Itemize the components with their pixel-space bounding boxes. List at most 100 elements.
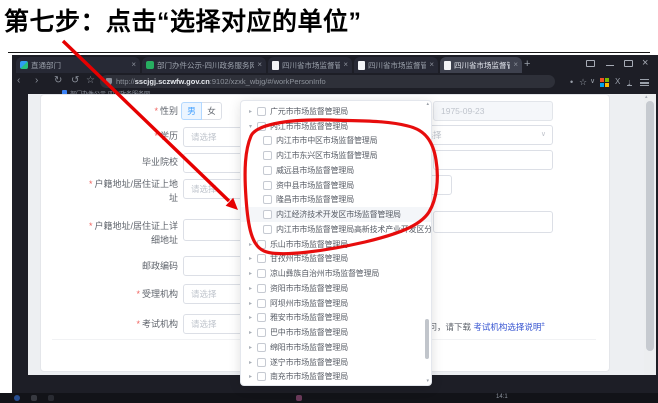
snapshot-tool-icon[interactable]: X bbox=[615, 76, 620, 88]
extension-icon[interactable]: • bbox=[570, 76, 573, 88]
school-label: 毕业院校 bbox=[58, 156, 178, 168]
scrollbar-up-icon: ▴ bbox=[645, 94, 648, 100]
checkbox[interactable] bbox=[257, 299, 266, 308]
dropdown-option[interactable]: 内江市市中区市场监督管理局 bbox=[241, 134, 431, 149]
checkbox[interactable] bbox=[263, 181, 272, 190]
checkbox[interactable] bbox=[257, 328, 266, 337]
screenshot-stage: 第七步：点击“选择对应的单位” 直通部门 × 部门办件公示-四川政务服务网 × … bbox=[0, 0, 658, 403]
checkbox[interactable] bbox=[257, 372, 266, 381]
checkbox[interactable] bbox=[263, 166, 272, 175]
dropdown-option[interactable]: 威远县市场监督管理局 bbox=[241, 163, 431, 178]
dropdown-option[interactable]: ▸巴中市市场监督管理局 bbox=[241, 325, 431, 340]
address-bar[interactable]: http://sscjgj.sczwfw.gov.cn:9102/xzxk_wb… bbox=[100, 75, 555, 88]
dropdown-option-hovered[interactable]: 内江经济技术开发区市场监督管理局 bbox=[241, 207, 431, 222]
tab-close-icon[interactable]: × bbox=[343, 57, 348, 73]
dropdown-option[interactable]: ▸阿坝州市场监督管理局 bbox=[241, 296, 431, 311]
checkbox[interactable] bbox=[263, 151, 272, 160]
taskbar-app-icon[interactable] bbox=[48, 395, 54, 401]
close-window-button[interactable]: × bbox=[642, 58, 648, 68]
dropdown-option[interactable]: 内江市市场监督管理局高新技术产业开发区分局 bbox=[241, 222, 431, 237]
dropdown-option[interactable]: ▸凉山彝族自治州市场监督管理局 bbox=[241, 266, 431, 281]
menu-icon[interactable] bbox=[640, 79, 649, 86]
caret-right-icon[interactable]: ▸ bbox=[249, 300, 257, 307]
caret-right-icon[interactable]: ▸ bbox=[249, 270, 257, 277]
checkbox[interactable] bbox=[257, 284, 266, 293]
caret-right-icon[interactable]: ▸ bbox=[249, 359, 257, 366]
browser-tab-active[interactable]: 四川省市场监督管理局网上办 × bbox=[440, 57, 522, 73]
page-icon bbox=[444, 61, 451, 70]
tab-close-icon[interactable]: × bbox=[429, 57, 434, 73]
panel-scroll-down-icon[interactable]: ▾ bbox=[426, 379, 429, 384]
undo-button[interactable]: ↺ bbox=[71, 74, 79, 88]
dropdown-option[interactable]: ▸南充市市场监督管理局 bbox=[241, 370, 431, 385]
taskbar-app-icon[interactable] bbox=[296, 395, 302, 401]
tab-close-icon[interactable]: × bbox=[257, 57, 262, 73]
caret-right-icon[interactable]: ▸ bbox=[249, 241, 257, 248]
browser-tab[interactable]: 直通部门 × bbox=[16, 57, 140, 73]
taskbar-app-icon[interactable] bbox=[14, 395, 20, 401]
browser-tab[interactable]: 四川省市场监督管理局网上办 × bbox=[268, 57, 352, 73]
chevron-down-icon[interactable]: ∨ bbox=[590, 76, 595, 88]
tab-close-icon[interactable]: × bbox=[131, 57, 136, 73]
residence-detail-label-line2: 细地址 bbox=[58, 234, 178, 246]
taskbar-app-icon[interactable] bbox=[31, 395, 37, 401]
forward-button[interactable]: › bbox=[35, 74, 38, 88]
checkbox[interactable] bbox=[257, 254, 266, 263]
caret-right-icon[interactable]: ▸ bbox=[249, 285, 257, 292]
checkbox[interactable] bbox=[257, 107, 266, 116]
right-column-input[interactable] bbox=[433, 150, 553, 170]
dropdown-option[interactable]: ▸甘孜州市场监督管理局 bbox=[241, 252, 431, 267]
dropdown-option[interactable]: ▸乐山市市场监督管理局 bbox=[241, 237, 431, 252]
favorites-star-icon[interactable]: ☆ bbox=[86, 74, 95, 88]
dropdown-option[interactable]: ▸广元市市场监督管理局 bbox=[241, 104, 431, 119]
checkbox[interactable] bbox=[257, 240, 266, 249]
refresh-button[interactable]: ↻ bbox=[54, 74, 62, 88]
download-icon[interactable]: ↓ bbox=[627, 76, 632, 86]
site-icon bbox=[146, 61, 154, 69]
dropdown-option[interactable]: ▸绵阳市市场监督管理局 bbox=[241, 340, 431, 355]
checkbox[interactable] bbox=[257, 358, 266, 367]
dropdown-option[interactable]: ▾内江市市场监督管理局 bbox=[241, 119, 431, 134]
dropdown-option[interactable]: 资中县市场监督管理局 bbox=[241, 178, 431, 193]
page-scrollbar-thumb[interactable] bbox=[646, 101, 654, 351]
checkbox[interactable] bbox=[263, 136, 272, 145]
caret-right-icon[interactable]: ▸ bbox=[249, 373, 257, 380]
exam-org-guide-link[interactable]: 考试机构选择说明 bbox=[473, 322, 541, 332]
gender-male-button[interactable]: 男 bbox=[181, 102, 202, 120]
minimize-button[interactable] bbox=[606, 65, 614, 66]
dropdown-option[interactable]: ▸雅安市市场监督管理局 bbox=[241, 311, 431, 326]
caret-right-icon[interactable]: ▸ bbox=[249, 255, 257, 262]
checkbox[interactable] bbox=[263, 225, 272, 234]
caret-down-icon[interactable]: ▾ bbox=[249, 123, 257, 130]
bookmark-star-icon[interactable]: ☆ bbox=[579, 76, 587, 88]
browser-tab[interactable]: 部门办件公示-四川政务服务网 × bbox=[142, 57, 266, 73]
browser-tab[interactable]: 四川省市场监督管理局网上办 × bbox=[354, 57, 438, 73]
panel-scrollbar-thumb[interactable] bbox=[425, 319, 429, 359]
back-button[interactable]: ‹ bbox=[17, 74, 20, 88]
tab-tray-icon[interactable] bbox=[586, 60, 595, 67]
checkbox[interactable] bbox=[263, 195, 272, 204]
step-title: 第七步：点击“选择对应的单位” bbox=[4, 2, 362, 38]
tab-close-icon[interactable]: × bbox=[513, 57, 518, 73]
dropdown-option[interactable]: ▸资阳市市场监督管理局 bbox=[241, 281, 431, 296]
dropdown-option[interactable]: ▸遂宁市市场监督管理局 bbox=[241, 355, 431, 370]
tab-title: 直通部门 bbox=[31, 60, 128, 71]
new-tab-button[interactable]: + bbox=[524, 58, 530, 70]
dropdown-option[interactable]: 隆昌市市场监督管理局 bbox=[241, 193, 431, 208]
apps-grid-icon[interactable] bbox=[600, 78, 609, 87]
caret-right-icon[interactable]: ▸ bbox=[249, 344, 257, 351]
checkbox[interactable] bbox=[257, 343, 266, 352]
residence-label: *户籍地址/居住证上地 bbox=[58, 178, 178, 190]
checkbox[interactable] bbox=[257, 269, 266, 278]
checkbox[interactable] bbox=[257, 313, 266, 322]
caret-right-icon[interactable]: ▸ bbox=[249, 329, 257, 336]
caret-right-icon[interactable]: ▸ bbox=[249, 314, 257, 321]
right-column-input[interactable] bbox=[433, 211, 553, 233]
gender-female-button[interactable]: 女 bbox=[201, 102, 222, 120]
checkbox[interactable] bbox=[263, 210, 272, 219]
checkbox[interactable] bbox=[257, 122, 266, 131]
caret-right-icon[interactable]: ▸ bbox=[249, 108, 257, 115]
panel-scroll-up-icon[interactable]: ▴ bbox=[426, 102, 429, 107]
dropdown-option[interactable]: 内江市东兴区市场监督管理局 bbox=[241, 148, 431, 163]
restore-button[interactable] bbox=[624, 60, 633, 67]
